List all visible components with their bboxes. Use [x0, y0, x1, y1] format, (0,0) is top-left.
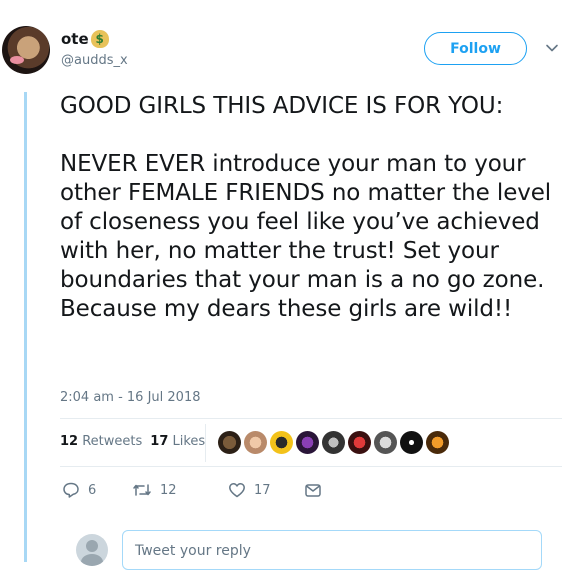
- user-handle[interactable]: @audds_x: [61, 53, 128, 68]
- retweet-icon: [133, 484, 151, 496]
- liker-avatar[interactable]: [374, 431, 397, 454]
- reply-input[interactable]: Tweet your reply: [122, 530, 542, 570]
- liker-avatars: [218, 431, 449, 454]
- divider: [60, 418, 562, 419]
- likes-count: 17: [150, 434, 169, 449]
- reply-box: Tweet your reply: [60, 516, 562, 576]
- reply-icon: [63, 482, 79, 498]
- money-bag-icon: $: [90, 30, 109, 48]
- divider: [60, 466, 562, 467]
- tweet-actions: 6 12 17: [62, 481, 322, 499]
- liker-avatar[interactable]: [348, 431, 371, 454]
- liker-avatar[interactable]: [218, 431, 241, 454]
- reply-avatar: [76, 534, 108, 566]
- tweet-timestamp[interactable]: 2:04 am - 16 Jul 2018: [60, 390, 201, 405]
- like-count: 17: [254, 482, 271, 498]
- direct-message-button[interactable]: [304, 481, 322, 499]
- chevron-down-icon[interactable]: [544, 40, 560, 56]
- reply-count: 6: [88, 482, 97, 498]
- retweet-count: 12: [160, 482, 177, 498]
- reply-button[interactable]: 6: [62, 481, 132, 499]
- liker-avatar[interactable]: [296, 431, 319, 454]
- avatar[interactable]: [2, 26, 50, 74]
- display-name-text: ote: [61, 30, 89, 48]
- display-name[interactable]: ote $: [61, 30, 109, 48]
- likes-stat[interactable]: 17 Likes: [150, 434, 205, 449]
- stats-separator: [205, 424, 206, 462]
- follow-button[interactable]: Follow: [424, 32, 527, 65]
- retweet-button[interactable]: 12: [132, 481, 228, 499]
- liker-avatar[interactable]: [400, 431, 423, 454]
- tweet-stats: 12 Retweets 17 Likes: [60, 434, 205, 449]
- tweet-text: GOOD GIRLS THIS ADVICE IS FOR YOU: NEVER…: [60, 93, 552, 322]
- heart-icon: [229, 483, 245, 498]
- likes-label: Likes: [172, 434, 206, 449]
- liker-avatar[interactable]: [270, 431, 293, 454]
- envelope-icon: [305, 484, 321, 497]
- liker-avatar[interactable]: [244, 431, 267, 454]
- liker-avatar[interactable]: [322, 431, 345, 454]
- retweets-label: Retweets: [82, 434, 143, 449]
- retweets-count: 12: [60, 434, 79, 449]
- retweets-stat[interactable]: 12 Retweets: [60, 434, 142, 449]
- thread-line: [24, 92, 27, 562]
- liker-avatar[interactable]: [426, 431, 449, 454]
- like-button[interactable]: 17: [228, 481, 304, 499]
